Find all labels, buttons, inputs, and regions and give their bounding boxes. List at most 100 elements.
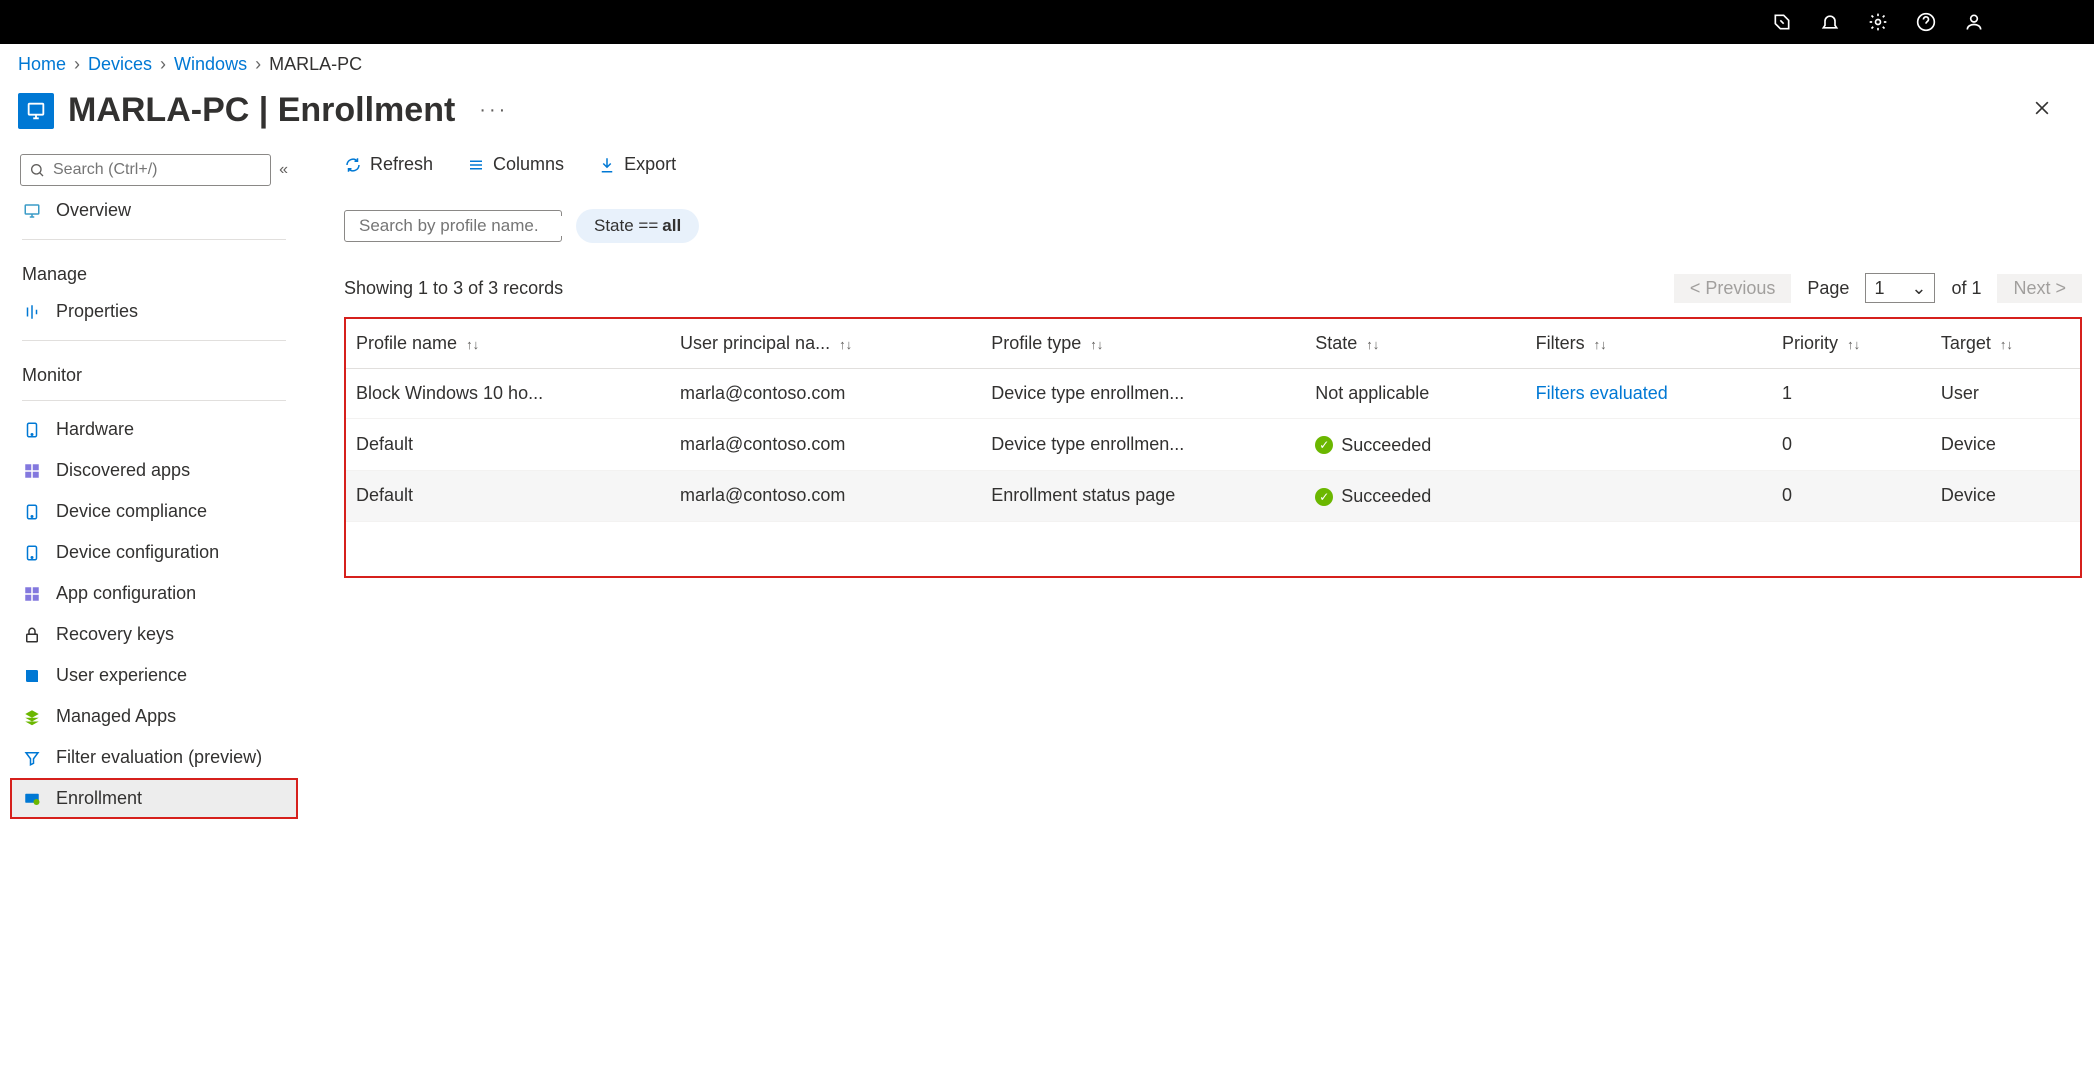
sidebar-item-label: Recovery keys [56,624,174,645]
more-actions-button[interactable]: ··· [479,99,508,122]
column-header[interactable]: Target ↑↓ [1931,319,2080,369]
sidebar-item-label: Device configuration [56,542,219,563]
breadcrumb-current: MARLA-PC [269,54,362,75]
table-row[interactable]: Defaultmarla@contoso.comEnrollment statu… [346,470,2080,522]
help-icon[interactable] [1916,12,1936,32]
sidebar-item-hardware[interactable]: Hardware [10,409,298,450]
sidebar-item-label: User experience [56,665,187,686]
filter-icon [22,748,42,768]
sidebar-item-overview[interactable]: Overview [10,190,298,231]
properties-icon [22,302,42,322]
sidebar-item-label: App configuration [56,583,196,604]
table-cell [1526,470,1772,522]
refresh-label: Refresh [370,154,433,175]
table-cell: marla@contoso.com [670,419,981,471]
profile-search-input[interactable] [359,216,580,236]
columns-icon [467,156,485,174]
apps-icon [22,584,42,604]
table-row[interactable]: Defaultmarla@contoso.comDevice type enro… [346,419,2080,471]
sidebar-item-app-configuration[interactable]: App configuration [10,573,298,614]
sidebar-search[interactable] [20,154,271,186]
table-cell: Filters evaluated [1526,369,1772,419]
page-select[interactable]: 1 ⌄ [1865,273,1935,303]
sidebar-item-device-configuration[interactable]: Device configuration [10,532,298,573]
breadcrumb-home[interactable]: Home [18,54,66,75]
migrate-icon[interactable] [1772,12,1792,32]
sidebar-item-device-compliance[interactable]: Device compliance [10,491,298,532]
pagination: < Previous Page 1 ⌄ of 1 Next > [1674,273,2082,303]
column-header[interactable]: Profile type ↑↓ [981,319,1305,369]
column-header[interactable]: User principal na... ↑↓ [670,319,981,369]
success-icon: ✓ [1315,436,1333,454]
table-cell: marla@contoso.com [670,470,981,522]
stack-icon [22,707,42,727]
table-cell: User [1931,369,2080,419]
previous-button[interactable]: < Previous [1674,274,1792,303]
table-row[interactable]: Block Windows 10 ho...marla@contoso.comD… [346,369,2080,419]
divider [22,400,286,401]
table-cell: 0 [1772,419,1931,471]
table-cell: Default [346,419,670,471]
columns-button[interactable]: Columns [467,154,564,175]
chevron-right-icon: › [160,54,166,75]
success-icon: ✓ [1315,488,1333,506]
table-cell: ✓Succeeded [1305,470,1525,522]
sidebar-item-recovery-keys[interactable]: Recovery keys [10,614,298,655]
sidebar-item-enrollment[interactable]: Enrollment [10,778,298,819]
lock-icon [22,625,42,645]
chevron-right-icon: › [255,54,261,75]
main-content: Refresh Columns Export State == all Show [308,150,2094,819]
sidebar-item-label: Overview [56,200,131,221]
column-header[interactable]: Priority ↑↓ [1772,319,1931,369]
table-cell: Device type enrollmen... [981,369,1305,419]
sidebar-section: Manage [10,248,298,291]
sidebar-item-label: Hardware [56,419,134,440]
sidebar-item-filter-evaluation-preview-[interactable]: Filter evaluation (preview) [10,737,298,778]
breadcrumb-windows[interactable]: Windows [174,54,247,75]
page-current: 1 [1874,278,1884,299]
column-header[interactable]: Profile name ↑↓ [346,319,670,369]
state-pill-value: all [662,216,681,236]
enroll-icon [22,789,42,809]
close-button[interactable] [2032,98,2052,124]
sidebar-item-managed-apps[interactable]: Managed Apps [10,696,298,737]
table-cell: ✓Succeeded [1305,419,1525,471]
column-header[interactable]: State ↑↓ [1305,319,1525,369]
sidebar-item-user-experience[interactable]: User experience [10,655,298,696]
sidebar-item-label: Discovered apps [56,460,190,481]
feedback-icon[interactable] [1964,12,1984,32]
divider [22,239,286,240]
collapse-sidebar-button[interactable]: « [279,161,288,179]
device-icon [22,420,42,440]
export-label: Export [624,154,676,175]
device-icon [18,93,54,129]
filters-link[interactable]: Filters evaluated [1536,383,1668,403]
page-total: of 1 [1951,278,1981,299]
sidebar-item-properties[interactable]: Properties [10,291,298,332]
toolbar: Refresh Columns Export [344,154,2082,185]
breadcrumb-devices[interactable]: Devices [88,54,152,75]
gear-icon[interactable] [1868,12,1888,32]
refresh-button[interactable]: Refresh [344,154,433,175]
table-cell: 0 [1772,470,1931,522]
sort-icon: ↑↓ [1090,337,1103,352]
chevron-down-icon: ⌄ [1911,278,1926,299]
export-button[interactable]: Export [598,154,676,175]
book-icon [22,666,42,686]
sidebar-item-discovered-apps[interactable]: Discovered apps [10,450,298,491]
next-button[interactable]: Next > [1997,274,2082,303]
apps-icon [22,461,42,481]
sidebar-item-label: Device compliance [56,501,207,522]
sidebar-search-input[interactable] [53,161,262,179]
profile-search[interactable] [344,210,562,242]
table-cell: Device [1931,419,2080,471]
notifications-icon[interactable] [1820,12,1840,32]
sidebar-section: Monitor [10,349,298,392]
sort-icon: ↑↓ [1594,337,1607,352]
table-cell: 1 [1772,369,1931,419]
state-filter-pill[interactable]: State == all [576,209,699,243]
divider [22,340,286,341]
table-cell: Device type enrollmen... [981,419,1305,471]
export-icon [598,156,616,174]
column-header[interactable]: Filters ↑↓ [1526,319,1772,369]
